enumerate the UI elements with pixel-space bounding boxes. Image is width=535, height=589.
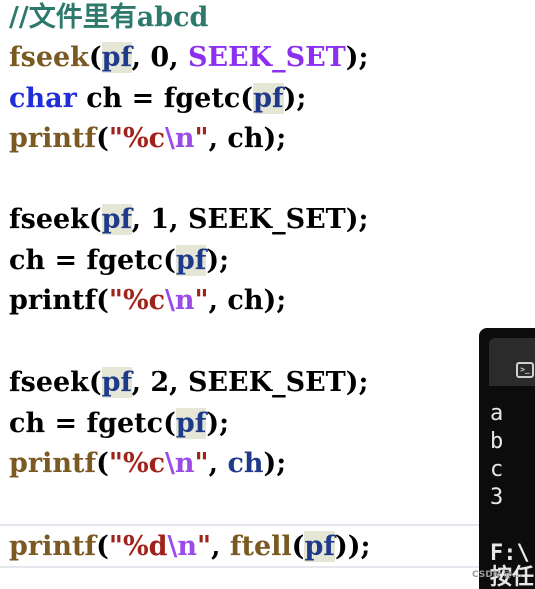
token-format: %c — [122, 123, 166, 154]
code-line-fseek-2: fseek(pf, 2, SEEK_SET); — [9, 363, 369, 403]
console-output-line: 3 — [490, 485, 504, 510]
token-function: fseek — [9, 367, 89, 398]
token-escape: \n — [165, 448, 195, 479]
token-args: , 2, SEEK_SET); — [131, 367, 369, 398]
token-function: printf — [9, 448, 97, 479]
token-function: printf — [9, 531, 97, 562]
token-punct: ( — [88, 204, 102, 235]
token-variable-pf: pf — [175, 245, 207, 276]
token-punct: ); — [206, 408, 230, 439]
token-variable-pf: pf — [304, 531, 335, 562]
token-function: printf — [9, 285, 97, 316]
token-function: fseek — [9, 42, 89, 73]
console-output-line: b — [490, 429, 504, 454]
token-format: %c — [122, 448, 166, 479]
token-args: , 1, SEEK_SET); — [131, 204, 369, 235]
token-function: fseek — [9, 204, 89, 235]
watermark: CSDN @... — [472, 570, 523, 580]
token-args: , ch); — [208, 123, 287, 154]
terminal-icon: >_ — [516, 362, 534, 378]
token-string: " — [194, 285, 209, 316]
token-macro: SEEK_SET — [187, 42, 346, 73]
token-args: , 0, — [131, 42, 188, 73]
token-string: " — [108, 531, 123, 562]
token-punct: )); — [334, 531, 371, 562]
token-punct: ); — [206, 245, 230, 276]
token-escape: \n — [167, 531, 197, 562]
token-string: " — [108, 448, 123, 479]
token-args: , ch); — [208, 285, 287, 316]
code-comment: //文件里有abcd — [9, 2, 209, 33]
token-variable-ch: ch — [227, 448, 264, 479]
code-line-fseek-0: fseek(pf, 0, SEEK_SET); — [9, 38, 369, 78]
token-punct: ); — [263, 448, 287, 479]
token-escape: \n — [165, 123, 195, 154]
token-string: " — [108, 123, 123, 154]
console-tab[interactable]: >_ — [489, 338, 535, 386]
token-punct: ( — [291, 531, 305, 562]
token-function: ftell — [229, 531, 292, 562]
token-string: " — [196, 531, 212, 562]
code-line-printf-ftell: printf("%d\n", ftell(pf)); — [9, 527, 370, 567]
console-path: F:\ — [490, 541, 530, 566]
console-output-line: c — [490, 457, 504, 482]
token-punct: ); — [283, 83, 307, 114]
token-punct: ( — [88, 42, 102, 73]
code-line-char-decl: char ch = fgetc(pf); — [9, 79, 306, 119]
token-punct: ( — [96, 448, 109, 479]
token-punct: ( — [96, 123, 109, 154]
token-function: printf — [9, 123, 97, 154]
code-line-printf-2: printf("%c\n", ch); — [9, 281, 286, 321]
code-line-printf-1: printf("%c\n", ch); — [9, 119, 286, 159]
token-punct: , — [208, 448, 228, 479]
token-string: " — [194, 123, 209, 154]
token-keyword: char — [9, 83, 77, 114]
token-variable-pf: pf — [101, 367, 132, 398]
token-variable-pf: pf — [101, 204, 132, 235]
token-punct: ( — [96, 531, 109, 562]
token-string: " — [194, 448, 209, 479]
token-text: ch = fgetc( — [76, 83, 254, 114]
token-variable-pf: pf — [175, 408, 207, 439]
token-format: %d — [122, 531, 168, 562]
code-line-fgetc-2: ch = fgetc(pf); — [9, 241, 229, 281]
token-text: ch = fgetc( — [9, 408, 176, 439]
token-punct: ( — [88, 367, 102, 398]
token-escape: \n — [165, 285, 195, 316]
token-format: %c — [122, 285, 166, 316]
code-editor[interactable]: //文件里有abcd fseek(pf, 0, SEEK_SET); char … — [0, 0, 535, 589]
code-line-fgetc-3: ch = fgetc(pf); — [9, 404, 229, 444]
token-punct: ); — [345, 42, 369, 73]
token-variable-pf: pf — [101, 42, 132, 73]
console-output-line: a — [490, 401, 504, 426]
token-string: " — [108, 285, 123, 316]
token-punct: , — [211, 531, 230, 562]
token-text: ch = fgetc( — [9, 245, 176, 276]
token-punct: ( — [96, 285, 109, 316]
console-output: abc 3 — [490, 400, 503, 512]
code-line-fseek-1: fseek(pf, 1, SEEK_SET); — [9, 200, 369, 240]
token-variable-pf: pf — [253, 83, 284, 114]
code-line-printf-3: printf("%c\n", ch); — [9, 444, 286, 484]
